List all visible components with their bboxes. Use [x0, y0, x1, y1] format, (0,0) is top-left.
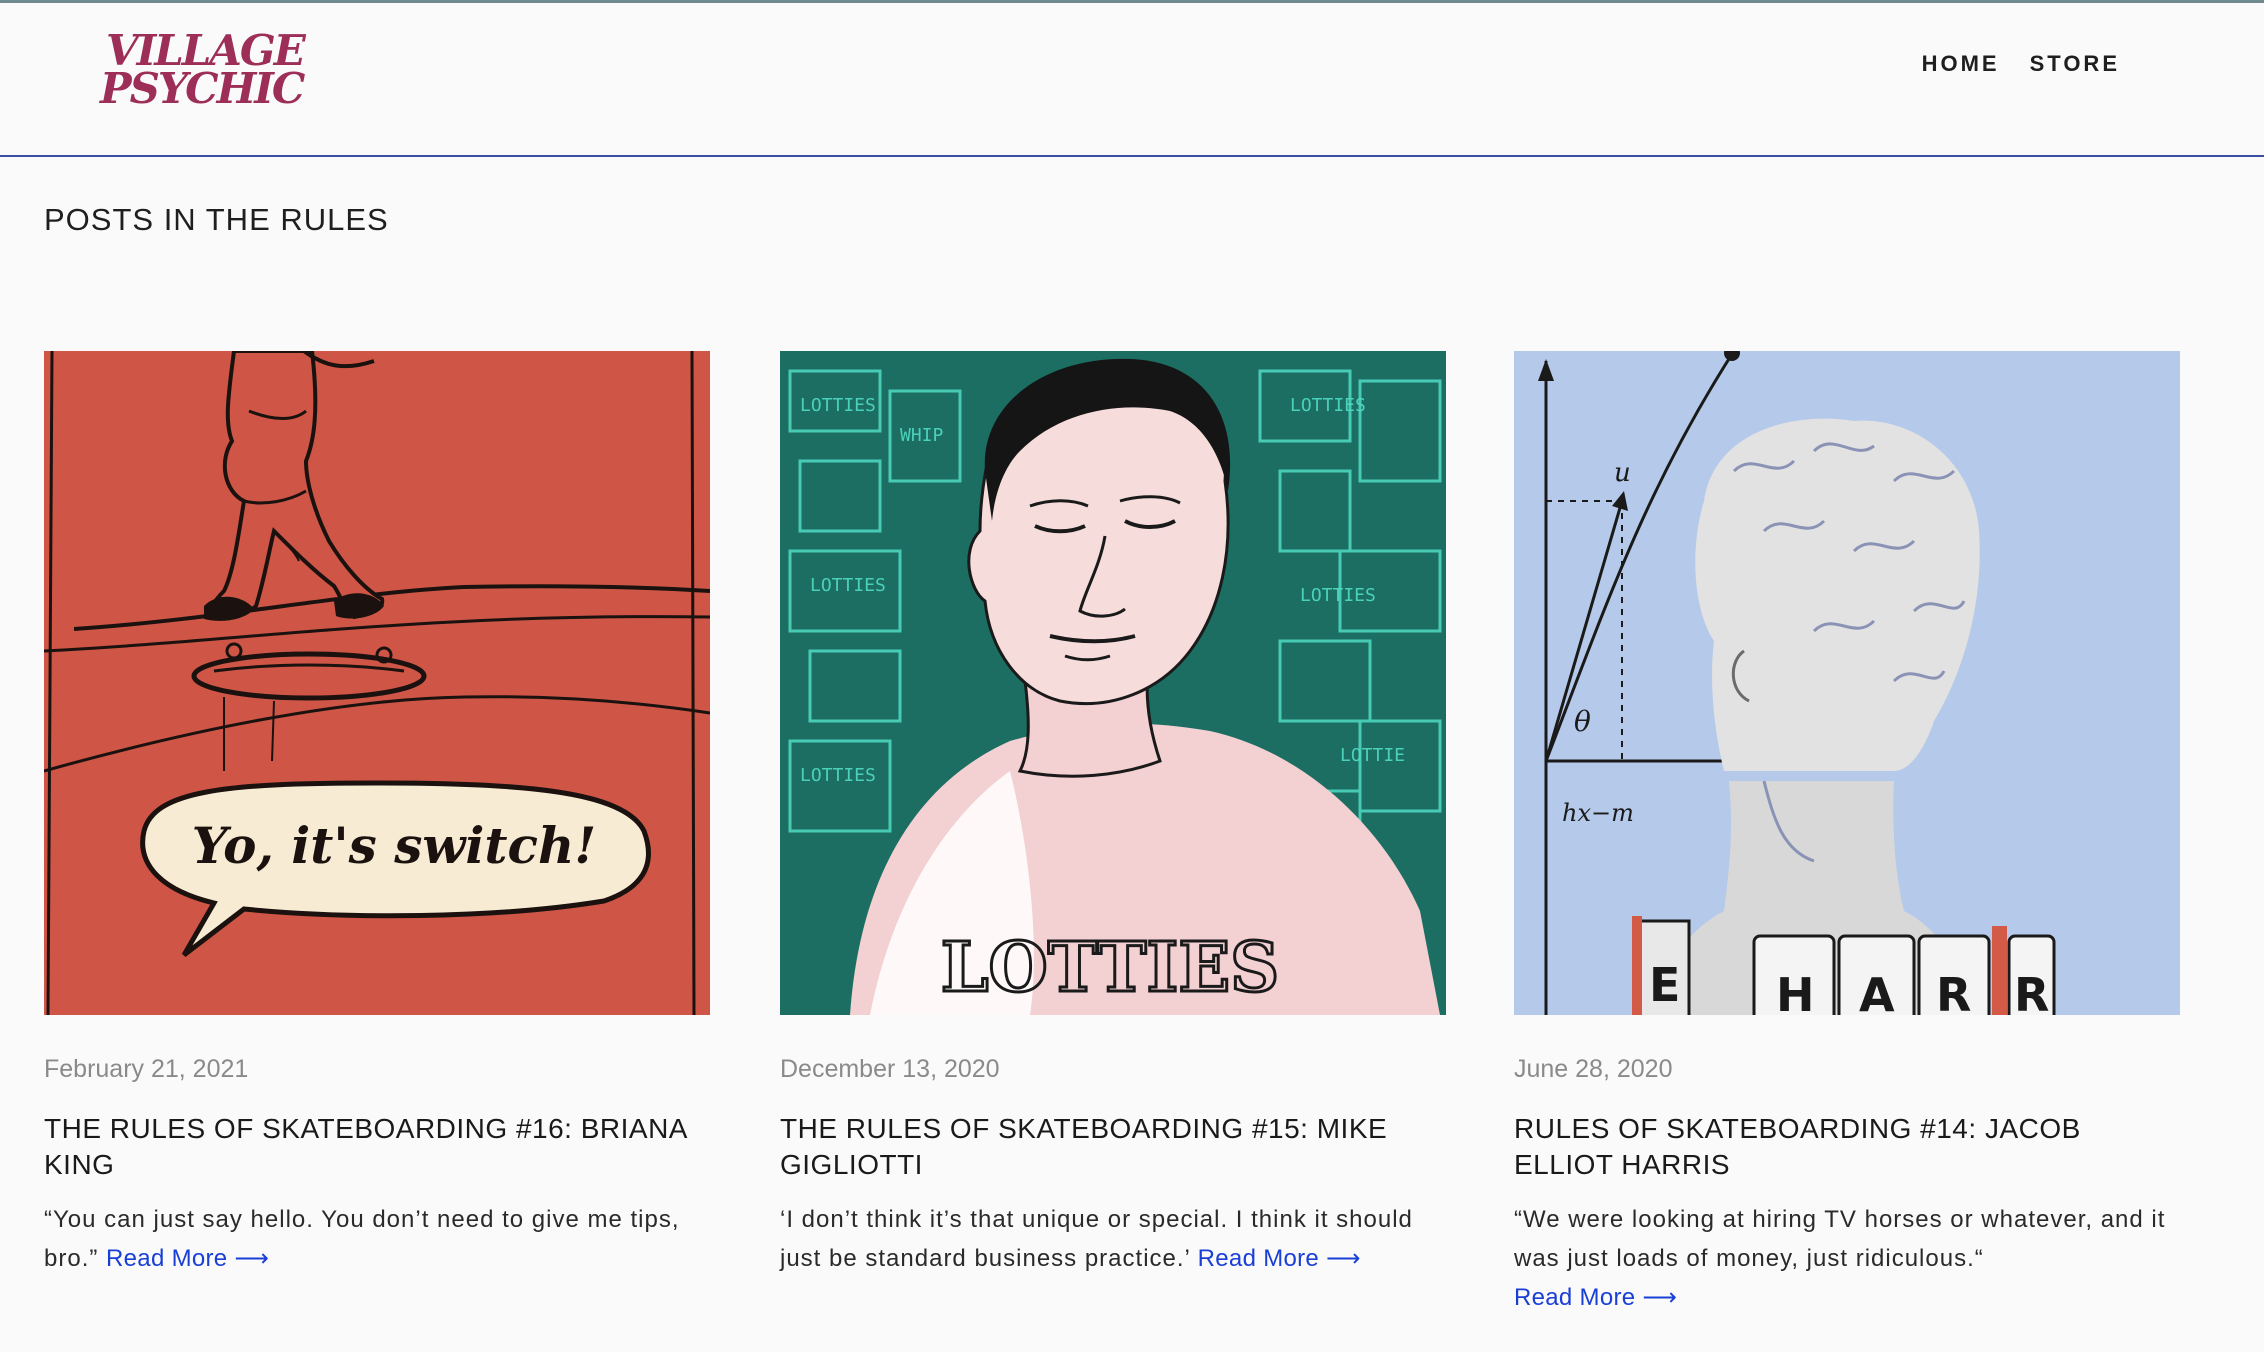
nav-store[interactable]: STORE [2030, 51, 2120, 77]
speech-bubble-text: Yo, it's switch! [192, 816, 597, 875]
post-title[interactable]: THE RULES OF SKATEBOARDING #15: MIKE GIG… [780, 1111, 1446, 1183]
logo-line-2: PSYCHIC [100, 64, 305, 113]
post-date: February 21, 2021 [44, 1055, 249, 1083]
tile-letter: E [1649, 958, 1680, 1012]
svg-text:LOTTIES: LOTTIES [800, 395, 876, 416]
site-header: VILLAGE PSYCHIC HOME STORE [0, 3, 2264, 157]
post-thumbnail[interactable]: Yo, it's switch! [44, 351, 710, 1015]
site-logo[interactable]: VILLAGE PSYCHIC [100, 21, 320, 121]
svg-text:WHIP: WHIP [900, 425, 944, 446]
post-card: Yo, it's switch! February 21, 2021 THE R… [44, 351, 710, 1272]
tile-letter: A [1859, 968, 1895, 1015]
svg-text:LOTTIES: LOTTIES [810, 575, 886, 596]
post-thumbnail[interactable]: θ hx−m u E H A R R [1514, 351, 2180, 1015]
read-more-link[interactable]: Read More ⟶ [1198, 1245, 1361, 1272]
post-thumbnail[interactable]: LOTTIES WHIP LOTTIES LOTTIES LOTTIES LOT… [780, 351, 1446, 1015]
post-card: LOTTIES WHIP LOTTIES LOTTIES LOTTIES LOT… [780, 351, 1446, 1272]
post-excerpt: “You can just say hello. You don’t need … [44, 1200, 710, 1278]
svg-text:LOTTIE: LOTTIE [1340, 745, 1405, 766]
post-card: θ hx−m u E H A R R June 28, 2020 RULES O… [1514, 351, 2180, 1311]
post-excerpt: “We were looking at hiring TV horses or … [1514, 1200, 2180, 1317]
post-date: December 13, 2020 [780, 1055, 1000, 1083]
post-date: June 28, 2020 [1514, 1055, 1673, 1083]
post-excerpt: ‘I don’t think it’s that unique or speci… [780, 1200, 1446, 1278]
tile-letter: R [2014, 968, 2049, 1015]
read-more-link[interactable]: Read More ⟶ [1514, 1278, 2180, 1317]
section-title: POSTS IN THE RULES [44, 202, 389, 237]
post-title[interactable]: RULES OF SKATEBOARDING #14: JACOB ELLIOT… [1514, 1111, 2180, 1183]
main-nav: HOME STORE [1922, 51, 2120, 77]
svg-text:LOTTIES: LOTTIES [800, 765, 876, 786]
read-more-link[interactable]: Read More ⟶ [106, 1245, 269, 1272]
svg-text:hx−m: hx−m [1562, 799, 1634, 827]
tile-letter: R [1936, 968, 1971, 1015]
tile-letter: H [1776, 968, 1815, 1015]
post-title[interactable]: THE RULES OF SKATEBOARDING #16: BRIANA K… [44, 1111, 710, 1183]
svg-text:θ: θ [1574, 705, 1591, 738]
svg-text:u: u [1614, 458, 1631, 488]
svg-text:LOTTIES: LOTTIES [1300, 585, 1376, 606]
nav-home[interactable]: HOME [1922, 51, 2000, 77]
svg-text:LOTTIES: LOTTIES [1290, 395, 1366, 416]
excerpt-text: “We were looking at hiring TV horses or … [1514, 1206, 2166, 1272]
shirt-text: LOTTIES [941, 928, 1280, 1008]
